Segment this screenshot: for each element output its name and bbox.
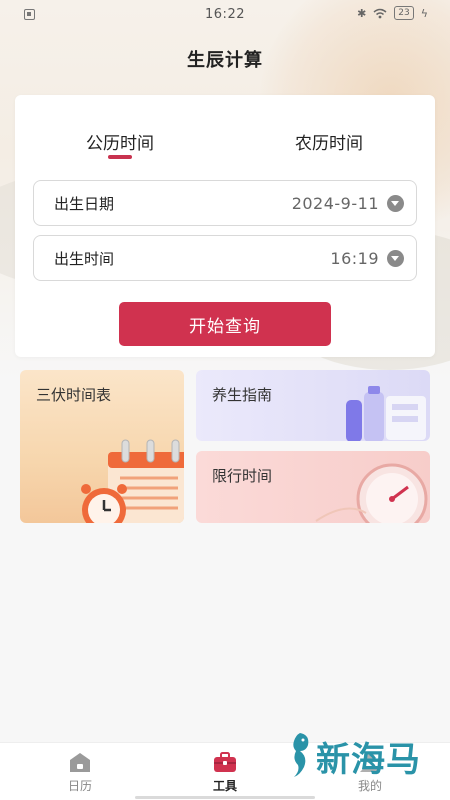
seahorse-logo-icon (293, 733, 309, 777)
calendar-type-tabs: 公历时间 农历时间 (15, 129, 435, 169)
notification-icon (24, 9, 35, 20)
tab-lunar-label: 农历时间 (295, 134, 363, 154)
birth-date-value: 2024-9-11 (291, 193, 379, 213)
page-title: 生辰计算 (187, 50, 263, 71)
nav-calendar-label: 日历 (67, 779, 92, 793)
birth-time-label: 出生时间 (54, 249, 115, 268)
wifi-icon (373, 8, 387, 18)
charging-icon: ϟ (420, 6, 428, 20)
birth-calc-card: 公历时间 农历时间 出生日期 2024-9-11 出生时间 16:19 开始查询 (15, 95, 435, 357)
status-time: 16:22 (205, 6, 245, 22)
nav-calendar[interactable]: 日历 (40, 751, 120, 794)
status-bar: 16:22 ✱ 23 ϟ (0, 0, 450, 28)
tool-traffic-restriction[interactable]: 限行时间 (196, 451, 430, 523)
birth-date-label: 出生日期 (54, 194, 115, 213)
tab-solar[interactable]: 公历时间 (60, 129, 180, 159)
dropdown-icon (387, 249, 404, 267)
start-query-button[interactable]: 开始查询 (119, 302, 331, 346)
home-indicator (135, 796, 315, 799)
tab-solar-label: 公历时间 (86, 134, 154, 154)
tab-active-indicator (108, 155, 132, 159)
birth-time-value-group: 16:19 (330, 249, 404, 268)
toolbox-icon (214, 752, 236, 772)
birth-date-field[interactable]: 出生日期 2024-9-11 (33, 180, 417, 226)
nav-tools-label: 工具 (212, 779, 237, 793)
tab-lunar[interactable]: 农历时间 (269, 129, 389, 154)
birth-time-field[interactable]: 出生时间 16:19 (33, 235, 417, 281)
calendar-clock-icon (81, 439, 184, 523)
battery-icon: 23 (394, 6, 414, 20)
health-bottles-icon (346, 386, 426, 441)
birth-date-value-group: 2024-9-11 (292, 194, 404, 213)
calendar-home-icon (70, 753, 90, 772)
stopwatch-icon (315, 463, 428, 523)
bluetooth-icon: ✱ (357, 6, 367, 20)
watermark: 新海马 (286, 728, 421, 784)
nav-tools[interactable]: 工具 (185, 751, 265, 794)
watermark-text: 新海马 (316, 739, 421, 780)
dropdown-icon (387, 194, 404, 212)
tool-sanfu-schedule[interactable]: 三伏时间表 (20, 370, 184, 523)
tool-health-guide[interactable]: 养生指南 (196, 370, 430, 441)
birth-time-value: 16:19 (330, 248, 379, 268)
status-right-icons: ✱ 23 ϟ (357, 6, 428, 20)
